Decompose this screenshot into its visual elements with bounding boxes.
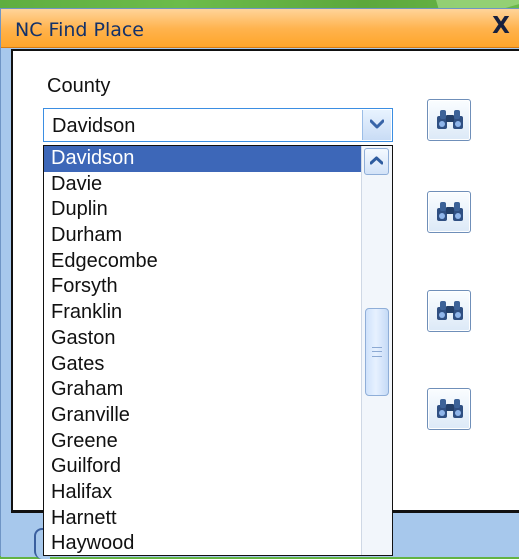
county-option[interactable]: Graham <box>44 377 361 403</box>
county-option[interactable]: Davidson <box>44 146 361 172</box>
dialog-titlebar: NC Find Place X <box>1 9 519 48</box>
county-option[interactable]: Halifax <box>44 480 361 506</box>
county-option[interactable]: Harnett <box>44 506 361 532</box>
chevron-up-icon <box>370 156 383 165</box>
county-option[interactable]: Haywood <box>44 531 361 555</box>
county-select[interactable]: Davidson <box>43 108 393 142</box>
scroll-grip-icon <box>372 347 382 357</box>
county-label: County <box>47 75 111 97</box>
dropdown-scrollbar[interactable] <box>361 146 392 555</box>
county-selected-value: Davidson <box>52 115 136 137</box>
dialog-title: NC Find Place <box>15 19 145 41</box>
find-button-1[interactable] <box>427 99 471 141</box>
chevron-down-icon <box>370 119 384 129</box>
county-option[interactable]: Davie <box>44 172 361 198</box>
binoculars-icon <box>437 399 463 418</box>
close-button[interactable]: X <box>488 13 514 39</box>
close-icon: X <box>492 13 510 39</box>
county-option[interactable]: Guilford <box>44 454 361 480</box>
county-option[interactable]: Durham <box>44 223 361 249</box>
scroll-thumb[interactable] <box>365 308 389 396</box>
county-option[interactable]: Gaston <box>44 326 361 352</box>
county-option[interactable]: Granville <box>44 403 361 429</box>
county-option[interactable]: Franklin <box>44 300 361 326</box>
county-option[interactable]: Duplin <box>44 197 361 223</box>
county-option[interactable]: Forsyth <box>44 274 361 300</box>
county-dropdown-list[interactable]: Davidson Davie Duplin Durham Edgecombe Forsyt… <box>43 145 393 556</box>
county-option[interactable]: Edgecombe <box>44 249 361 275</box>
binoculars-icon <box>437 301 463 320</box>
find-button-3[interactable] <box>427 290 471 332</box>
find-button-4[interactable] <box>427 388 471 430</box>
binoculars-icon <box>437 202 463 221</box>
county-option[interactable]: Gates <box>44 352 361 378</box>
binoculars-icon <box>437 110 463 129</box>
county-option[interactable]: Greene <box>44 429 361 455</box>
find-button-2[interactable] <box>427 191 471 233</box>
scroll-up-button[interactable] <box>364 148 389 175</box>
county-options: Davidson Davie Duplin Durham Edgecombe Forsyt… <box>44 146 361 555</box>
county-dropdown-button[interactable] <box>362 110 391 140</box>
